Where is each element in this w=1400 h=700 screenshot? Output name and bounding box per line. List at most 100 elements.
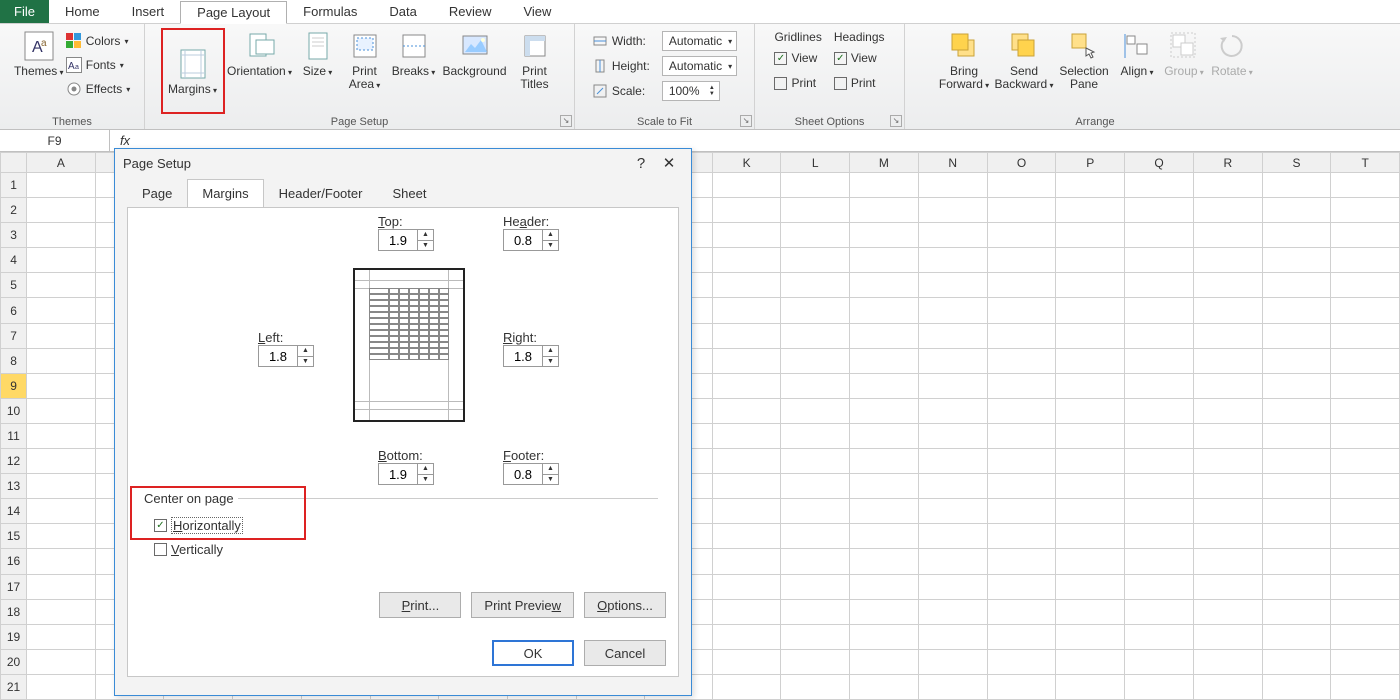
fonts-button[interactable]: Aa Fonts▾ bbox=[66, 54, 130, 76]
cell[interactable] bbox=[1331, 499, 1400, 524]
cell[interactable] bbox=[1331, 423, 1400, 448]
cell[interactable] bbox=[781, 574, 849, 599]
cell[interactable] bbox=[1056, 223, 1125, 248]
cell[interactable] bbox=[918, 674, 987, 699]
cell[interactable] bbox=[1262, 474, 1331, 499]
column-header[interactable]: Q bbox=[1125, 153, 1194, 173]
cell[interactable] bbox=[918, 223, 987, 248]
cell[interactable] bbox=[781, 599, 849, 624]
cell[interactable] bbox=[27, 423, 96, 448]
cell[interactable] bbox=[1331, 173, 1400, 198]
ok-button[interactable]: OK bbox=[492, 640, 574, 666]
cell[interactable] bbox=[849, 649, 918, 674]
cell[interactable] bbox=[1125, 173, 1194, 198]
cell[interactable] bbox=[1125, 323, 1194, 348]
selection-pane-button[interactable]: Selection Pane bbox=[1054, 28, 1114, 92]
cell[interactable] bbox=[781, 449, 849, 474]
cell[interactable] bbox=[987, 298, 1056, 323]
column-header[interactable]: N bbox=[918, 153, 987, 173]
cell[interactable] bbox=[712, 499, 781, 524]
cell[interactable] bbox=[781, 348, 849, 373]
cell[interactable] bbox=[1125, 499, 1194, 524]
bring-forward-button[interactable]: Bring Forward bbox=[934, 28, 994, 92]
row-header[interactable]: 14 bbox=[1, 499, 27, 524]
cell[interactable] bbox=[27, 499, 96, 524]
vertically-checkbox[interactable]: Vertically bbox=[154, 538, 223, 560]
column-header[interactable]: M bbox=[849, 153, 918, 173]
cell[interactable] bbox=[918, 198, 987, 223]
cell[interactable] bbox=[781, 373, 849, 398]
cell[interactable] bbox=[27, 449, 96, 474]
cell[interactable] bbox=[1193, 474, 1262, 499]
cell[interactable] bbox=[1193, 549, 1262, 574]
cell[interactable] bbox=[918, 549, 987, 574]
cell[interactable] bbox=[27, 373, 96, 398]
cell[interactable] bbox=[1125, 248, 1194, 273]
row-header[interactable]: 3 bbox=[1, 223, 27, 248]
cell[interactable] bbox=[1331, 549, 1400, 574]
cell[interactable] bbox=[27, 624, 96, 649]
cell[interactable] bbox=[1262, 198, 1331, 223]
cell[interactable] bbox=[1125, 449, 1194, 474]
cell[interactable] bbox=[27, 223, 96, 248]
cell[interactable] bbox=[781, 674, 849, 699]
cell[interactable] bbox=[712, 223, 781, 248]
dialog-tab-sheet[interactable]: Sheet bbox=[377, 179, 441, 208]
cell[interactable] bbox=[712, 348, 781, 373]
cell[interactable] bbox=[712, 549, 781, 574]
cell[interactable] bbox=[27, 549, 96, 574]
column-header[interactable]: K bbox=[712, 153, 781, 173]
cell[interactable] bbox=[1056, 398, 1125, 423]
print-preview-button[interactable]: Print Preview bbox=[471, 592, 574, 618]
cell[interactable] bbox=[987, 248, 1056, 273]
cell[interactable] bbox=[1056, 649, 1125, 674]
cell[interactable] bbox=[1331, 474, 1400, 499]
cell[interactable] bbox=[712, 423, 781, 448]
cell[interactable] bbox=[987, 599, 1056, 624]
row-header[interactable]: 11 bbox=[1, 423, 27, 448]
cell[interactable] bbox=[1125, 398, 1194, 423]
row-header[interactable]: 9 bbox=[1, 373, 27, 398]
cell[interactable] bbox=[849, 549, 918, 574]
row-header[interactable]: 16 bbox=[1, 549, 27, 574]
cell[interactable] bbox=[987, 423, 1056, 448]
cell[interactable] bbox=[987, 524, 1056, 549]
cell[interactable] bbox=[1262, 524, 1331, 549]
cell[interactable] bbox=[918, 499, 987, 524]
cell[interactable] bbox=[1331, 273, 1400, 298]
cell[interactable] bbox=[712, 674, 781, 699]
row-header[interactable]: 21 bbox=[1, 674, 27, 699]
cell[interactable] bbox=[918, 173, 987, 198]
cell[interactable] bbox=[1125, 524, 1194, 549]
cell[interactable] bbox=[987, 499, 1056, 524]
cell[interactable] bbox=[1193, 398, 1262, 423]
page-setup-launcher[interactable]: ↘ bbox=[560, 115, 572, 127]
cell[interactable] bbox=[1125, 474, 1194, 499]
cell[interactable] bbox=[1331, 223, 1400, 248]
cell[interactable] bbox=[1056, 549, 1125, 574]
cell[interactable] bbox=[987, 474, 1056, 499]
cell[interactable] bbox=[712, 323, 781, 348]
cell[interactable] bbox=[27, 273, 96, 298]
cell[interactable] bbox=[781, 474, 849, 499]
cell[interactable] bbox=[1193, 173, 1262, 198]
cell[interactable] bbox=[1193, 449, 1262, 474]
cell[interactable] bbox=[918, 599, 987, 624]
cancel-button[interactable]: Cancel bbox=[584, 640, 666, 666]
row-header[interactable]: 15 bbox=[1, 524, 27, 549]
cell[interactable] bbox=[781, 173, 849, 198]
cell[interactable] bbox=[918, 474, 987, 499]
cell[interactable] bbox=[781, 499, 849, 524]
header-margin-spinner[interactable]: ▲▼ bbox=[503, 229, 559, 251]
cell[interactable] bbox=[1262, 223, 1331, 248]
gridlines-view-checkbox[interactable]: ✓View bbox=[774, 47, 821, 69]
cell[interactable] bbox=[712, 173, 781, 198]
cell[interactable] bbox=[849, 298, 918, 323]
column-header[interactable]: P bbox=[1056, 153, 1125, 173]
cell[interactable] bbox=[781, 649, 849, 674]
cell[interactable] bbox=[1193, 373, 1262, 398]
cell[interactable] bbox=[1193, 524, 1262, 549]
cell[interactable] bbox=[712, 624, 781, 649]
cell[interactable] bbox=[712, 373, 781, 398]
fx-icon[interactable]: fx bbox=[110, 133, 140, 148]
